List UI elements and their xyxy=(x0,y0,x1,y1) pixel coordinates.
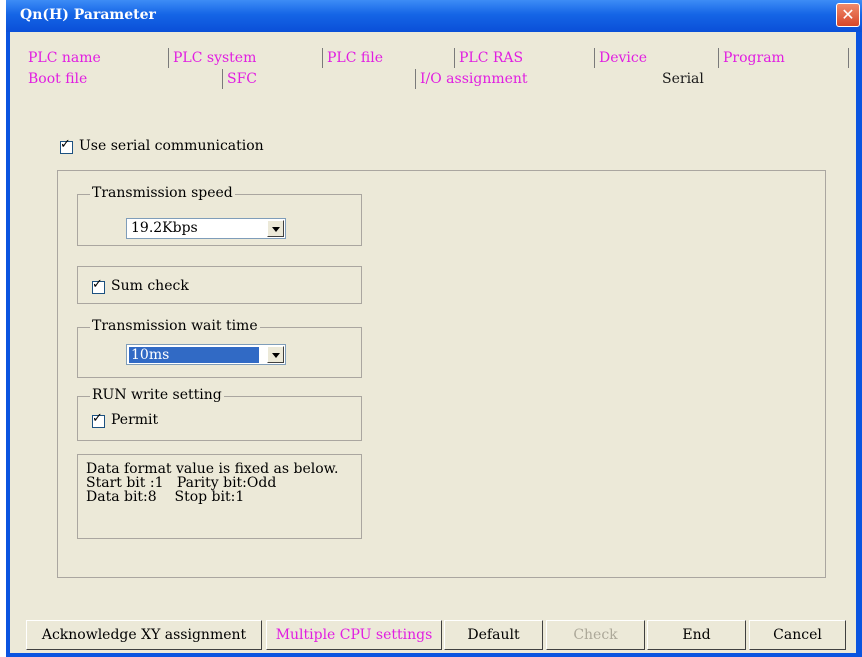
use-serial-label: Use serial communication xyxy=(79,138,264,154)
transmission-speed-title: Transmission speed xyxy=(90,185,235,201)
info-line-2: Start bit :1 Parity bit:Odd xyxy=(86,475,277,491)
dialog-client: PLC name PLC system PLC file PLC RAS Dev… xyxy=(10,32,856,653)
sum-check-checkbox[interactable]: ✓ xyxy=(92,277,105,294)
tab-divider xyxy=(848,48,849,68)
checkmark-icon: ✓ xyxy=(92,411,103,426)
wait-time-title: Transmission wait time xyxy=(90,318,260,334)
tab-serial[interactable]: Serial xyxy=(656,69,850,89)
info-line-3: Data bit:8 Stop bit:1 xyxy=(86,489,245,505)
sum-check-label: Sum check xyxy=(111,278,189,294)
multiple-cpu-settings-button[interactable]: Multiple CPU settings xyxy=(266,620,442,650)
tab-io-assignment[interactable]: I/O assignment xyxy=(415,69,655,89)
tab-plc-file[interactable]: PLC file xyxy=(322,48,452,68)
chevron-down-icon[interactable] xyxy=(267,346,284,363)
use-serial-checkbox[interactable]: ✓ xyxy=(60,137,73,154)
window-title: Qn(H) Parameter xyxy=(20,7,156,23)
transmission-speed-value: 19.2Kbps xyxy=(131,220,198,236)
close-icon: ✕ xyxy=(841,5,855,24)
tab-plc-ras[interactable]: PLC RAS xyxy=(454,48,592,68)
default-button[interactable]: Default xyxy=(444,620,543,650)
run-write-title: RUN write setting xyxy=(90,387,224,403)
title-bar[interactable]: Qn(H) Parameter ✕ xyxy=(6,0,862,32)
end-button[interactable]: End xyxy=(647,620,746,650)
data-format-info: Data format value is fixed as below. Sta… xyxy=(77,454,362,539)
permit-checkbox[interactable]: ✓ xyxy=(92,411,105,428)
checkmark-icon: ✓ xyxy=(92,277,103,292)
wait-time-value: 10ms xyxy=(129,347,259,363)
tab-plc-name[interactable]: PLC name xyxy=(24,48,164,68)
tab-sfc[interactable]: SFC xyxy=(222,69,414,89)
checkmark-icon: ✓ xyxy=(60,137,71,152)
acknowledge-xy-button[interactable]: Acknowledge XY assignment xyxy=(26,620,262,650)
close-button[interactable]: ✕ xyxy=(836,3,860,27)
tab-boot-file[interactable]: Boot file xyxy=(24,69,220,89)
tab-program[interactable]: Program xyxy=(718,48,848,68)
tab-device[interactable]: Device xyxy=(594,48,718,68)
cancel-button[interactable]: Cancel xyxy=(749,620,846,650)
chevron-down-icon[interactable] xyxy=(267,220,284,237)
check-button[interactable]: Check xyxy=(546,620,645,650)
permit-label: Permit xyxy=(111,412,159,428)
dialog-window: Qn(H) Parameter ✕ PLC name PLC system PL… xyxy=(6,0,862,657)
info-line-1: Data format value is fixed as below. xyxy=(86,461,339,477)
wait-time-select[interactable]: 10ms xyxy=(126,344,286,365)
tab-plc-system[interactable]: PLC system xyxy=(168,48,320,68)
transmission-speed-select[interactable]: 19.2Kbps xyxy=(126,218,286,239)
